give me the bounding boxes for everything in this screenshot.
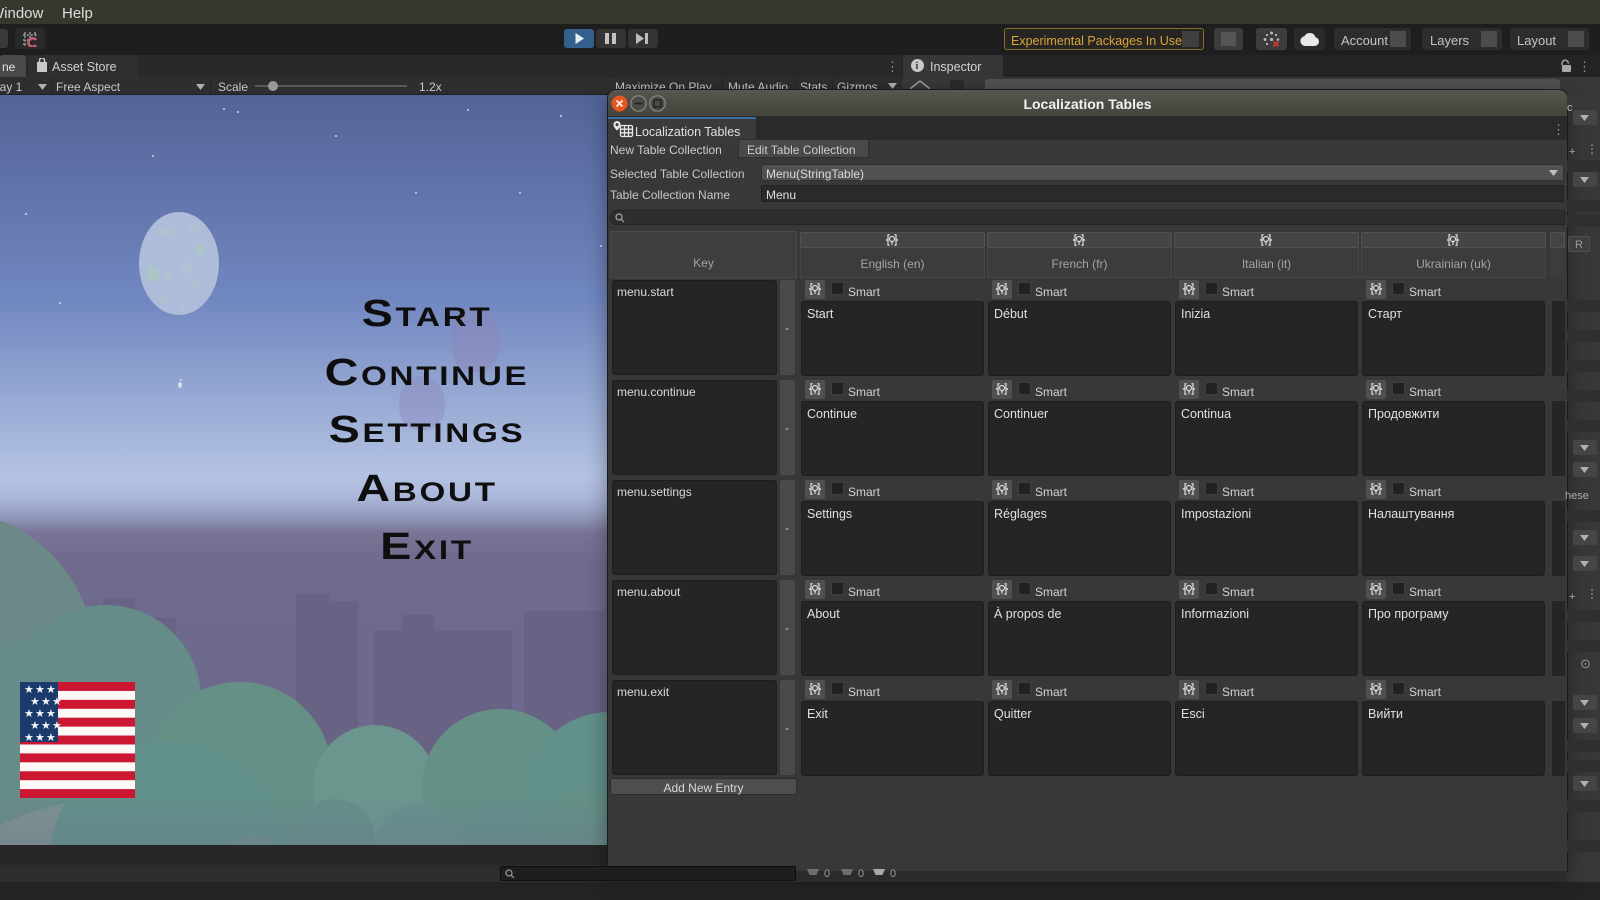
svg-text:★: ★: [35, 684, 45, 696]
svg-text:★: ★: [24, 732, 34, 744]
svg-text:★: ★: [30, 720, 40, 732]
svg-text:★: ★: [46, 684, 56, 696]
svg-text:★: ★: [41, 720, 51, 732]
svg-text:★: ★: [24, 708, 34, 720]
svg-text:★: ★: [46, 708, 56, 720]
svg-text:★: ★: [35, 732, 45, 744]
svg-text:★: ★: [52, 720, 62, 732]
svg-text:★: ★: [46, 732, 56, 744]
svg-text:★: ★: [24, 684, 34, 696]
svg-text:★: ★: [41, 696, 51, 708]
svg-text:★: ★: [52, 696, 62, 708]
svg-text:★: ★: [30, 696, 40, 708]
svg-text:★: ★: [35, 708, 45, 720]
